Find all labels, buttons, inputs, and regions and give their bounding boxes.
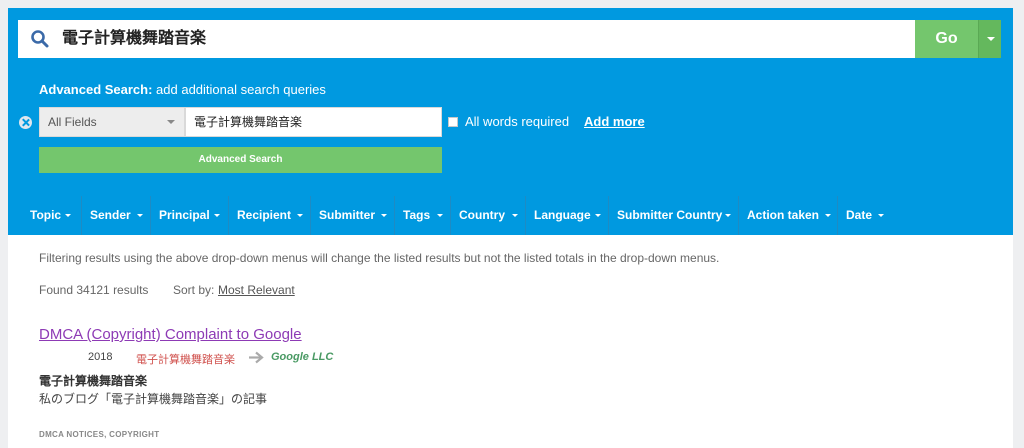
result-works-title: 電子計算機舞踏音楽 [39,374,148,388]
chevron-down-icon [381,214,387,217]
filter-submitter-country[interactable]: Submitter Country [609,196,739,235]
filter-action-taken[interactable]: Action taken [739,196,838,235]
add-more-link[interactable]: Add more [584,114,645,129]
field-query-input[interactable]: 電子計算機舞踏音楽 [185,107,442,137]
chevron-down-icon [167,120,175,124]
field-select-value: All Fields [48,115,97,129]
filter-topic[interactable]: Topic [8,196,82,235]
all-words-label: All words required [465,114,570,129]
chevron-down-icon [512,214,518,217]
chevron-down-icon [595,214,601,217]
filter-bar: Topic Sender Principal Recipient Submitt… [8,196,1013,235]
filter-principal[interactable]: Principal [151,196,229,235]
sort-select[interactable]: Most Relevant [218,283,295,297]
search-panel: 電子計算機舞踏音楽 Go Advanced Search: add additi… [8,8,1013,235]
filter-country[interactable]: Country [451,196,526,235]
result-description: 私のブログ「電子計算機舞踏音楽」の記事 [39,392,268,406]
filter-submitter[interactable]: Submitter [311,196,395,235]
page-frame: 電子計算機舞踏音楽 Go Advanced Search: add additi… [8,8,1013,448]
chevron-down-icon [137,214,143,217]
search-icon [31,30,49,48]
filter-tags[interactable]: Tags [395,196,451,235]
chevron-down-icon [65,214,71,217]
chevron-down-icon [437,214,443,217]
chevron-down-icon [987,37,995,41]
result-recipient: Google LLC [271,351,334,363]
filter-sender[interactable]: Sender [82,196,151,235]
result-title-link[interactable]: DMCA (Copyright) Complaint to Google [39,326,302,343]
filter-date[interactable]: Date [838,196,898,235]
all-words-checkbox[interactable] [448,117,458,127]
remove-query-icon[interactable] [19,116,32,129]
go-button[interactable]: Go [915,20,978,58]
chevron-down-icon [725,214,731,217]
result-year: 2018 [88,351,113,363]
chevron-down-icon [297,214,303,217]
result-tags: DMCA NOTICES, COPYRIGHT [39,430,160,439]
filter-recipient[interactable]: Recipient [229,196,311,235]
sort-label: Sort by: [173,283,215,297]
arrow-right-icon [249,351,264,364]
advanced-search-button[interactable]: Advanced Search [39,147,442,173]
result-sender: 電子計算機舞踏音楽 [136,354,235,366]
chevron-down-icon [825,214,831,217]
go-options-dropdown[interactable] [978,20,1001,58]
chevron-down-icon [214,214,220,217]
advanced-search-heading: Advanced Search: add additional search q… [39,82,326,97]
search-bar[interactable]: 電子計算機舞踏音楽 [18,20,915,58]
filter-language[interactable]: Language [526,196,609,235]
results-count: Found 34121 results [39,283,149,297]
chevron-down-icon [878,214,884,217]
filter-note: Filtering results using the above drop-d… [39,251,720,265]
field-select[interactable]: All Fields [39,107,185,137]
search-input[interactable]: 電子計算機舞踏音楽 [62,20,206,58]
